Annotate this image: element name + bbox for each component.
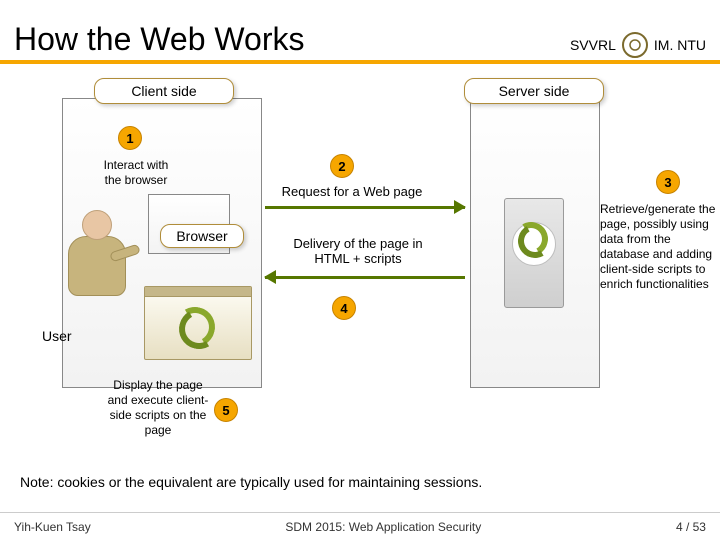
note-text: Note: cookies or the equivalent are typi… [20, 474, 700, 490]
user-label: User [42, 328, 92, 344]
step-3-badge: 3 [656, 170, 680, 194]
browser-label-box: Browser [160, 224, 244, 248]
page-title: How the Web Works [14, 21, 304, 58]
response-arrow-icon [265, 276, 465, 279]
step-1-text: Interact with the browser [86, 158, 186, 188]
user-icon [58, 204, 138, 334]
footer-page: 4 / 53 [676, 520, 706, 534]
affiliation-left: SVVRL [570, 37, 616, 53]
slide-header: How the Web Works SVVRL IM. NTU [0, 0, 720, 64]
diagram-canvas: Client side Server side User Browser 1 I… [0, 64, 720, 494]
step-4-text: Delivery of the page in HTML + scripts [278, 236, 438, 266]
request-arrow-icon [265, 206, 465, 209]
affiliation: SVVRL IM. NTU [570, 32, 706, 58]
server-side-label: Server side [464, 78, 604, 104]
slide-footer: Yih-Kuen Tsay SDM 2015: Web Application … [0, 512, 720, 540]
server-icon [500, 194, 570, 314]
footer-venue: SDM 2015: Web Application Security [285, 520, 481, 534]
step-4-badge: 4 [332, 296, 356, 320]
browser-window-icon [144, 286, 252, 360]
step-2-text: Request for a Web page [272, 184, 432, 199]
step-1-badge: 1 [118, 126, 142, 150]
step-3-text: Retrieve/generate the page, possibly usi… [600, 202, 718, 292]
footer-author: Yih-Kuen Tsay [14, 520, 91, 534]
university-seal-icon [622, 32, 648, 58]
client-side-label: Client side [94, 78, 234, 104]
step-5-text: Display the page and execute client-side… [106, 378, 210, 438]
step-2-badge: 2 [330, 154, 354, 178]
step-5-badge: 5 [214, 398, 238, 422]
affiliation-right: IM. NTU [654, 37, 706, 53]
